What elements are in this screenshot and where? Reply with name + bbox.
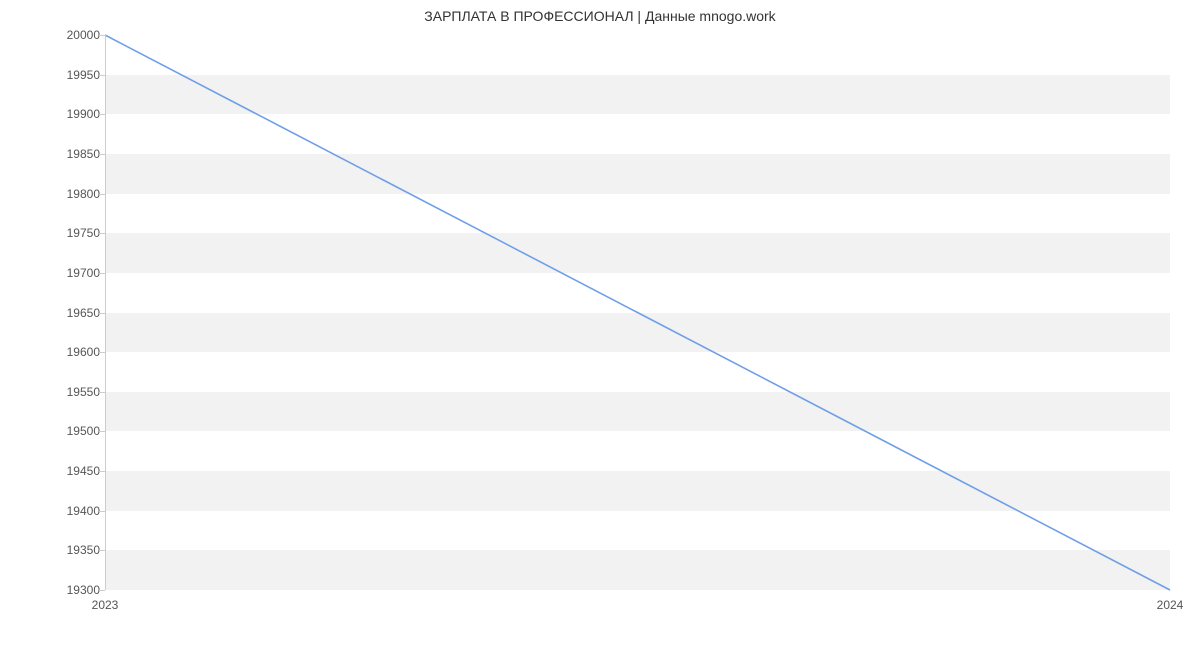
y-tick-mark: [99, 352, 105, 353]
y-tick-label: 19800: [60, 187, 100, 201]
y-tick-label: 19450: [60, 464, 100, 478]
salary-chart: ЗАРПЛАТА В ПРОФЕССИОНАЛ | Данные mnogo.w…: [0, 0, 1200, 650]
y-tick-mark: [99, 313, 105, 314]
line-layer: [105, 35, 1170, 590]
y-tick-mark: [99, 471, 105, 472]
y-tick-mark: [99, 431, 105, 432]
y-tick-label: 19600: [60, 345, 100, 359]
x-tick-label: 2024: [1157, 598, 1184, 612]
y-tick-label: 19350: [60, 543, 100, 557]
y-tick-mark: [99, 273, 105, 274]
y-tick-mark: [99, 511, 105, 512]
x-tick-label: 2023: [92, 598, 119, 612]
y-tick-mark: [99, 550, 105, 551]
y-tick-mark: [99, 35, 105, 36]
y-tick-mark: [99, 154, 105, 155]
y-axis-line: [105, 35, 106, 590]
y-tick-mark: [99, 75, 105, 76]
y-tick-label: 19700: [60, 266, 100, 280]
y-tick-label: 20000: [60, 28, 100, 42]
y-tick-mark: [99, 194, 105, 195]
series-line: [105, 35, 1170, 590]
y-tick-label: 19950: [60, 68, 100, 82]
y-tick-mark: [99, 590, 105, 591]
y-tick-mark: [99, 114, 105, 115]
y-tick-mark: [99, 233, 105, 234]
plot-area: [105, 35, 1170, 590]
y-tick-label: 19400: [60, 504, 100, 518]
y-tick-label: 19550: [60, 385, 100, 399]
y-tick-label: 19500: [60, 424, 100, 438]
y-tick-label: 19750: [60, 226, 100, 240]
y-tick-label: 19900: [60, 107, 100, 121]
chart-title: ЗАРПЛАТА В ПРОФЕССИОНАЛ | Данные mnogo.w…: [0, 8, 1200, 24]
y-tick-label: 19300: [60, 583, 100, 597]
y-tick-label: 19850: [60, 147, 100, 161]
y-tick-label: 19650: [60, 306, 100, 320]
y-tick-mark: [99, 392, 105, 393]
